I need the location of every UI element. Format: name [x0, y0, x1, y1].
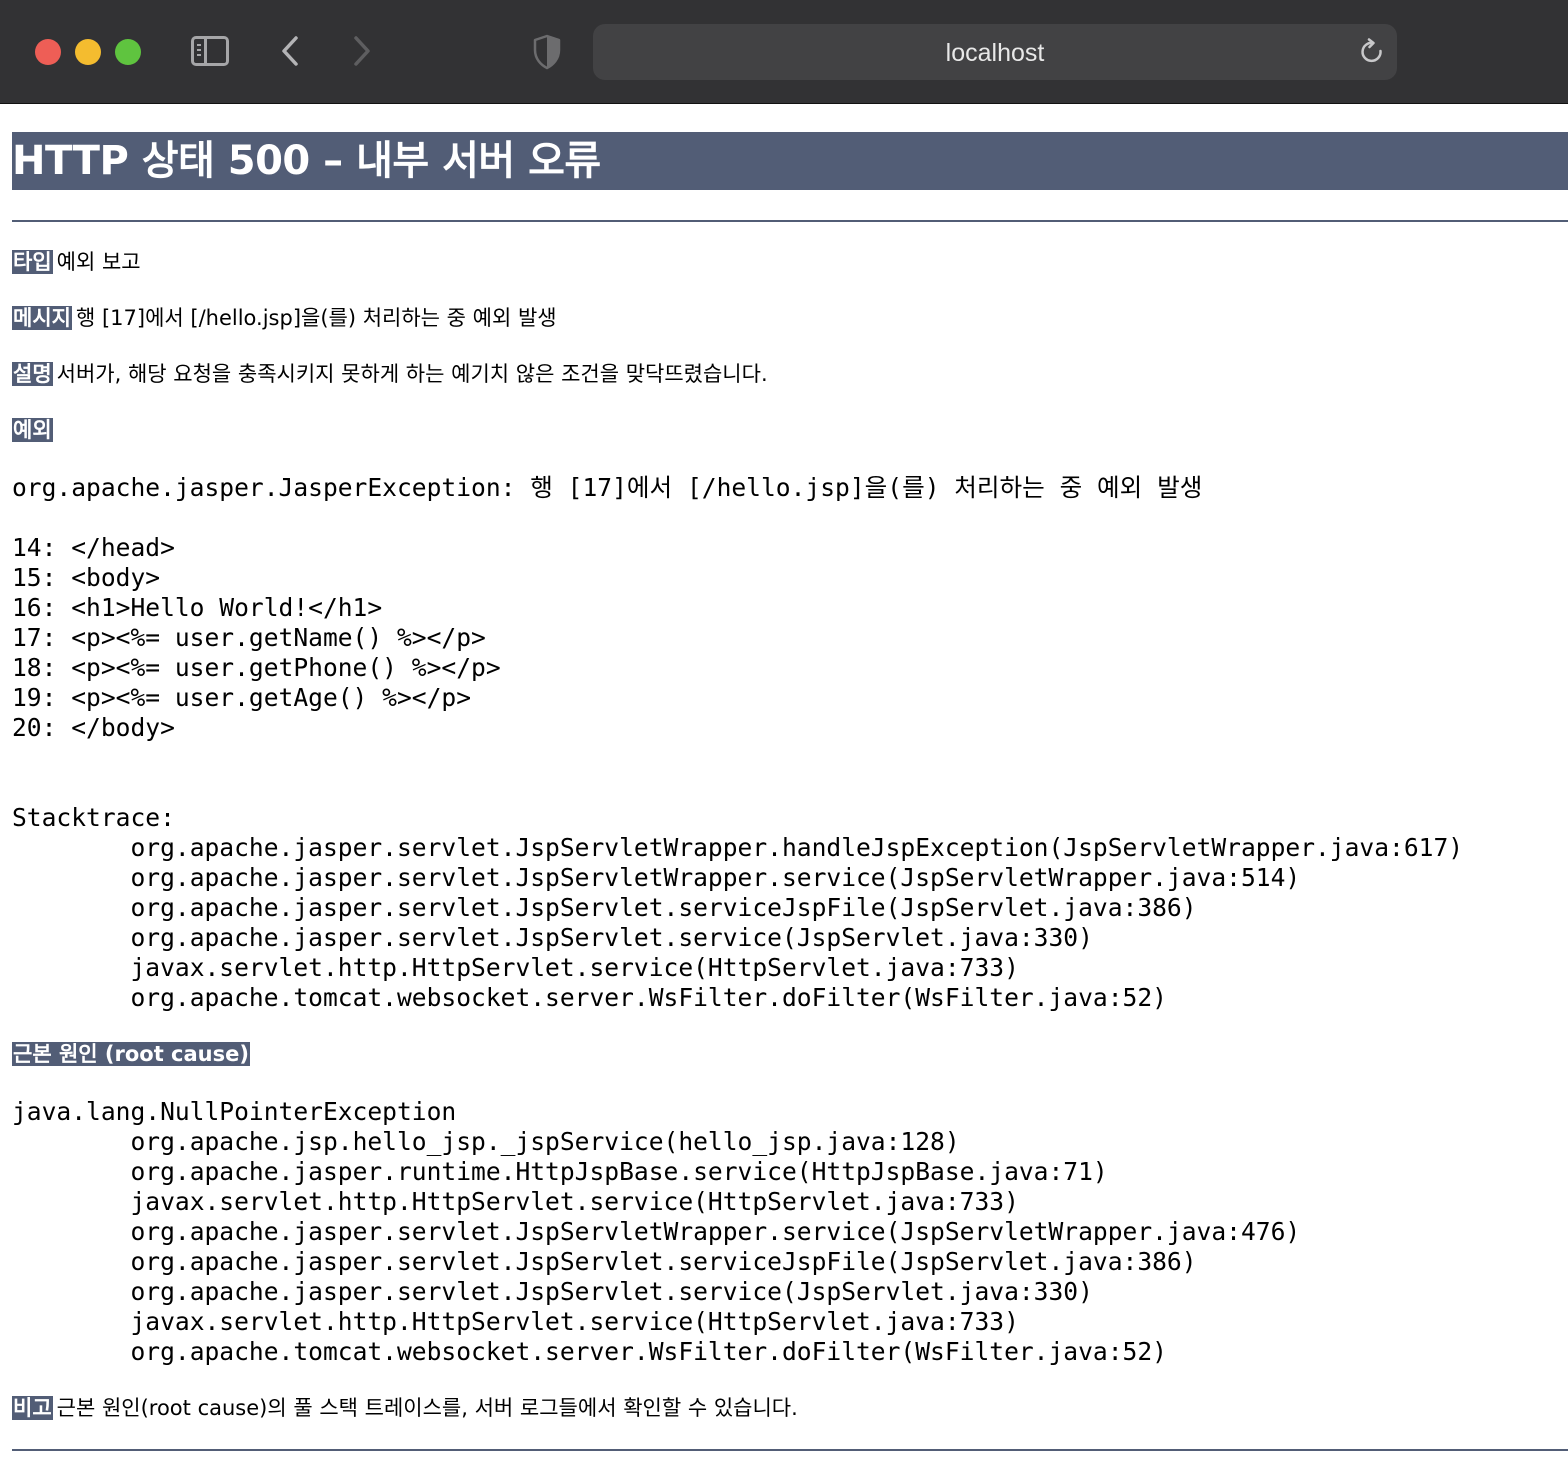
message-row: 메시지 행 [17]에서 [/hello.jsp]을(를) 처리하는 중 예외 발… [12, 304, 1568, 332]
description-value: 서버가, 해당 요청을 충족시키지 못하게 하는 예기치 않은 조건을 맞닥뜨렸… [56, 362, 768, 386]
page-title: HTTP 상태 500 – 내부 서버 오류 [12, 132, 1568, 190]
zoom-window-button[interactable] [115, 39, 141, 65]
minimize-window-button[interactable] [75, 39, 101, 65]
root-cause-label: 근본 원인 (root cause) [12, 1042, 250, 1066]
exception-stacktrace: org.apache.jasper.JasperException: 행 [17… [12, 473, 1464, 1012]
description-label: 설명 [12, 362, 53, 386]
chevron-right-icon[interactable] [348, 34, 374, 68]
shield-icon[interactable] [532, 34, 562, 70]
browser-toolbar: localhost [0, 0, 1568, 104]
divider [12, 1449, 1568, 1451]
root-cause-row: 근본 원인 (root cause) [12, 1040, 1568, 1068]
chevron-left-icon[interactable] [278, 34, 304, 68]
note-row: 비고 근본 원인(root cause)의 풀 스택 트레이스를, 서버 로그들에… [12, 1394, 1568, 1422]
type-row: 타입 예외 보고 [12, 248, 1568, 276]
close-window-button[interactable] [35, 39, 61, 65]
message-value: 행 [17]에서 [/hello.jsp]을(를) 처리하는 중 예외 발생 [75, 306, 557, 330]
error-page: HTTP 상태 500 – 내부 서버 오류 타입 예외 보고 메시지 행 [17]… [0, 132, 1568, 1451]
divider [12, 220, 1568, 222]
exception-row: 예외 [12, 416, 1568, 444]
url-text: localhost [945, 39, 1045, 67]
note-value: 근본 원인(root cause)의 풀 스택 트레이스를, 서버 로그들에서 … [56, 1396, 798, 1420]
note-label: 비고 [12, 1396, 53, 1420]
address-bar[interactable]: localhost [593, 24, 1397, 80]
type-label: 타입 [12, 250, 53, 274]
message-label: 메시지 [12, 306, 72, 330]
description-row: 설명 서버가, 해당 요청을 충족시키지 못하게 하는 예기치 않은 조건을 맞닥… [12, 360, 1568, 388]
type-value: 예외 보고 [56, 250, 141, 274]
reload-icon[interactable] [1359, 38, 1385, 66]
sidebar-icon[interactable] [191, 36, 229, 66]
root-cause-stacktrace: java.lang.NullPointerException org.apach… [12, 1097, 1301, 1366]
exception-label: 예외 [12, 418, 53, 442]
